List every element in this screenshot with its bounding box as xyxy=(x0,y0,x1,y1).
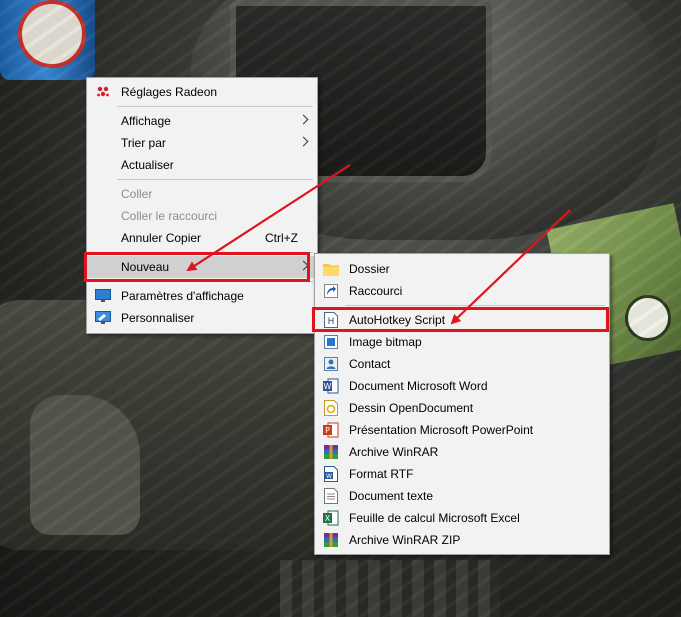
chevron-right-icon xyxy=(298,136,309,147)
submenu-item-powerpoint-label: Présentation Microsoft PowerPoint xyxy=(349,423,534,437)
menu-item-coller: Coller xyxy=(87,183,317,205)
powerpoint-icon: P xyxy=(323,422,339,438)
submenu-item-rtf-label: Format RTF xyxy=(349,467,414,481)
menu-item-affichage[interactable]: Affichage xyxy=(87,110,317,132)
menu-item-affichage-label: Affichage xyxy=(121,114,171,128)
svg-text:W: W xyxy=(324,382,332,391)
chevron-right-icon xyxy=(298,260,309,271)
svg-text:P: P xyxy=(325,426,330,435)
menu-item-coller-label: Coller xyxy=(121,187,153,201)
contact-icon xyxy=(323,356,339,372)
svg-text:W: W xyxy=(326,473,332,480)
menu-item-shortcut: Ctrl+Z xyxy=(265,231,298,245)
personalize-icon xyxy=(95,310,111,326)
submenu-item-opendocument[interactable]: Dessin OpenDocument xyxy=(315,397,609,419)
submenu-item-dossier-label: Dossier xyxy=(349,262,390,276)
menu-item-annuler-copier-label: Annuler Copier xyxy=(121,231,202,245)
submenu-item-texte-label: Document texte xyxy=(349,489,434,503)
menu-item-radeon[interactable]: Réglages Radeon xyxy=(87,81,317,103)
radeon-icon xyxy=(95,84,111,100)
menu-item-parametres-affichage[interactable]: Paramètres d'affichage xyxy=(87,285,317,307)
submenu-item-raccourci[interactable]: Raccourci xyxy=(315,280,609,302)
nouveau-submenu: Dossier Raccourci H AutoHotkey Script Im… xyxy=(314,253,610,555)
menu-item-coller-raccourci: Coller le raccourci xyxy=(87,205,317,227)
winrar-zip-icon xyxy=(323,532,339,548)
submenu-item-opendocument-label: Dessin OpenDocument xyxy=(349,401,474,415)
autohotkey-icon: H xyxy=(323,312,339,328)
submenu-item-powerpoint[interactable]: P Présentation Microsoft PowerPoint xyxy=(315,419,609,441)
menu-item-nouveau-label: Nouveau xyxy=(121,260,170,274)
menu-separator xyxy=(117,179,313,180)
submenu-item-winrar[interactable]: Archive WinRAR xyxy=(315,441,609,463)
shortcut-icon xyxy=(323,283,339,299)
submenu-item-winrar-zip[interactable]: Archive WinRAR ZIP xyxy=(315,529,609,551)
submenu-item-excel-label: Feuille de calcul Microsoft Excel xyxy=(349,511,520,525)
word-icon: W xyxy=(323,378,339,394)
submenu-item-bitmap[interactable]: Image bitmap xyxy=(315,331,609,353)
submenu-item-rtf[interactable]: W Format RTF xyxy=(315,463,609,485)
menu-separator xyxy=(117,252,313,253)
menu-item-personnaliser-label: Personnaliser xyxy=(121,311,195,325)
menu-item-actualiser-label: Actualiser xyxy=(121,158,174,172)
menu-item-personnaliser[interactable]: Personnaliser xyxy=(87,307,317,329)
menu-separator xyxy=(117,106,313,107)
menu-item-trier-par-label: Trier par xyxy=(121,136,166,150)
menu-separator xyxy=(345,305,605,306)
rtf-icon: W xyxy=(323,466,339,482)
menu-separator xyxy=(117,281,313,282)
submenu-item-texte[interactable]: Document texte xyxy=(315,485,609,507)
submenu-item-contact-label: Contact xyxy=(349,357,391,371)
submenu-item-dossier[interactable]: Dossier xyxy=(315,258,609,280)
opendocument-drawing-icon xyxy=(323,400,339,416)
excel-icon: X xyxy=(323,510,339,526)
bitmap-icon xyxy=(323,334,339,350)
menu-item-coller-raccourci-label: Coller le raccourci xyxy=(121,209,218,223)
submenu-item-autohotkey-label: AutoHotkey Script xyxy=(349,313,446,327)
submenu-item-word[interactable]: W Document Microsoft Word xyxy=(315,375,609,397)
text-document-icon xyxy=(323,488,339,504)
chevron-right-icon xyxy=(298,114,309,125)
display-settings-icon xyxy=(95,288,111,304)
submenu-item-bitmap-label: Image bitmap xyxy=(349,335,422,349)
menu-item-actualiser[interactable]: Actualiser xyxy=(87,154,317,176)
submenu-item-autohotkey[interactable]: H AutoHotkey Script xyxy=(315,309,609,331)
winrar-icon xyxy=(323,444,339,460)
submenu-item-winrar-zip-label: Archive WinRAR ZIP xyxy=(349,533,461,547)
submenu-item-word-label: Document Microsoft Word xyxy=(349,379,488,393)
menu-item-annuler-copier[interactable]: Annuler Copier Ctrl+Z xyxy=(87,227,317,249)
desktop-context-menu: Réglages Radeon Affichage Trier par Actu… xyxy=(86,77,318,334)
menu-item-nouveau[interactable]: Nouveau xyxy=(87,256,317,278)
submenu-item-raccourci-label: Raccourci xyxy=(349,284,403,298)
submenu-item-excel[interactable]: X Feuille de calcul Microsoft Excel xyxy=(315,507,609,529)
menu-item-trier-par[interactable]: Trier par xyxy=(87,132,317,154)
submenu-item-contact[interactable]: Contact xyxy=(315,353,609,375)
svg-text:X: X xyxy=(325,514,331,523)
submenu-item-winrar-label: Archive WinRAR xyxy=(349,445,439,459)
menu-item-radeon-label: Réglages Radeon xyxy=(121,85,218,99)
folder-icon xyxy=(323,261,339,277)
svg-text:H: H xyxy=(328,317,335,327)
menu-item-parametres-label: Paramètres d'affichage xyxy=(121,289,244,303)
